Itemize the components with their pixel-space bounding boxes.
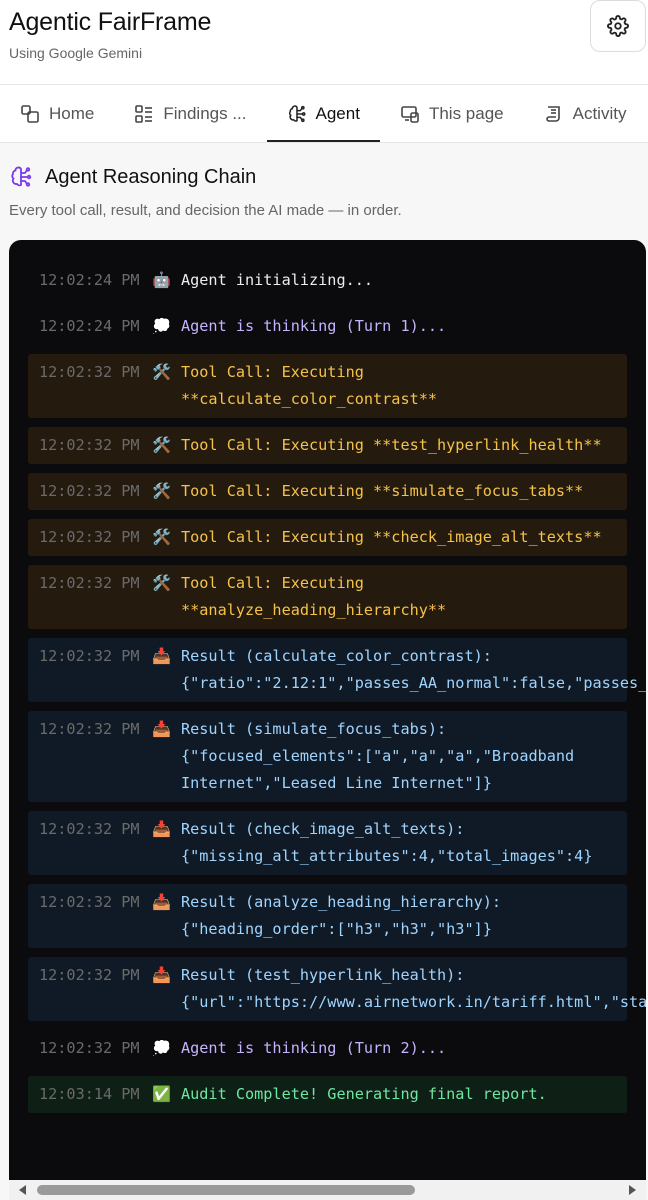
- log-emoji-icon: 🛠️: [152, 482, 171, 500]
- log-timestamp: 12:02:24 PM: [39, 271, 140, 289]
- log-emoji-icon: 🛠️: [152, 363, 171, 381]
- app-subtitle: Using Google Gemini: [9, 45, 143, 61]
- log-timestamp: 12:02:32 PM: [39, 647, 140, 665]
- brain-icon: [288, 104, 306, 122]
- log-timestamp: 12:02:32 PM: [39, 482, 140, 500]
- log-message: Result (analyze_heading_hierarchy): {"he…: [181, 893, 502, 938]
- gear-icon: [607, 15, 629, 37]
- log-timestamp: 12:03:14 PM: [39, 1085, 140, 1103]
- scroll-right-arrow-icon[interactable]: [629, 1185, 636, 1195]
- log-message: Result (calculate_color_contrast): {"rat…: [181, 647, 646, 692]
- scroll-icon: [545, 105, 560, 122]
- tab-agent-label: Agent: [315, 103, 360, 123]
- log-entry: 12:02:32 PM 🛠️ Tool Call: Executing **anal…: [28, 565, 627, 629]
- horizontal-scrollbar[interactable]: [9, 1180, 646, 1200]
- log-emoji-icon: 🛠️: [152, 436, 171, 454]
- log-entry: 12:02:32 PM 📥 Result (check_image_alt_text…: [28, 811, 627, 875]
- log-timestamp: 12:02:32 PM: [39, 574, 140, 592]
- tab-agent[interactable]: Agent: [266, 85, 381, 142]
- log-message: Result (test_hyperlink_health): {"url":"…: [181, 966, 646, 1011]
- log-message: Tool Call: Executing **check_image_alt_t…: [181, 528, 602, 546]
- log-emoji-icon: 📥: [152, 893, 171, 911]
- log-entry: 12:02:32 PM 🛠️ Tool Call: Executing **test…: [28, 427, 627, 464]
- log-entry: 12:02:32 PM 🛠️ Tool Call: Executing **chec…: [28, 519, 627, 556]
- tab-activity[interactable]: Activity: [524, 85, 647, 142]
- tab-this-page-label: This page: [428, 103, 504, 123]
- tab-home[interactable]: Home: [0, 85, 114, 142]
- log-emoji-icon: 🛠️: [152, 574, 171, 592]
- section-header: Agent Reasoning Chain: [9, 143, 639, 189]
- log-timestamp: 12:02:32 PM: [39, 720, 140, 738]
- log-emoji-icon: 📥: [152, 647, 171, 665]
- log-timestamp: 12:02:32 PM: [39, 363, 140, 381]
- log-timestamp: 12:02:32 PM: [39, 820, 140, 838]
- log-entry: 12:02:24 PM 🤖 Agent initializing...: [28, 262, 627, 299]
- section-title: Agent Reasoning Chain: [45, 165, 257, 188]
- log-message: Tool Call: Executing **test_hyperlink_he…: [181, 436, 602, 454]
- log-timestamp: 12:02:24 PM: [39, 317, 140, 335]
- log-message: Audit Complete! Generating final report.: [181, 1085, 547, 1103]
- home-icon: [21, 104, 39, 123]
- log-entry: 12:02:32 PM 📥 Result (calculate_color_cont…: [28, 638, 646, 702]
- log-entry: 12:02:32 PM 📥 Result (simulate_focus_tabs)…: [28, 711, 627, 802]
- scrollbar-thumb[interactable]: [37, 1185, 415, 1195]
- log-emoji-icon: 📥: [152, 966, 171, 984]
- log-emoji-icon: 💭: [152, 1039, 171, 1057]
- settings-button[interactable]: [590, 0, 646, 52]
- log-message: Agent is thinking (Turn 2)...: [181, 1039, 447, 1057]
- brain-icon: [11, 166, 32, 187]
- log-entry: 12:02:32 PM 💭 Agent is thinking (Turn 2)..…: [28, 1030, 627, 1067]
- tab-bar: Home Findings ... Agent This page Activi…: [0, 85, 648, 143]
- log-message: Tool Call: Executing **simulate_focus_ta…: [181, 482, 584, 500]
- page-icon: [401, 105, 419, 123]
- log-entry: 12:02:32 PM 🛠️ Tool Call: Executing **calc…: [28, 354, 627, 418]
- log-emoji-icon: 🤖: [152, 271, 171, 289]
- tab-findings-label: Findings ...: [163, 103, 247, 123]
- list-icon: [135, 104, 153, 123]
- tab-this-page[interactable]: This page: [380, 85, 524, 142]
- tab-activity-label: Activity: [572, 103, 627, 123]
- log-message: Tool Call: Executing **analyze_heading_h…: [181, 574, 447, 619]
- log-emoji-icon: 📥: [152, 820, 171, 838]
- reasoning-log-console[interactable]: 12:02:24 PM 🤖 Agent initializing... 12:02:2…: [9, 240, 646, 1200]
- log-message: Agent is thinking (Turn 1)...: [181, 317, 447, 335]
- log-entry: 12:02:32 PM 🛠️ Tool Call: Executing **simu…: [28, 473, 627, 510]
- log-timestamp: 12:02:32 PM: [39, 436, 140, 454]
- scroll-left-arrow-icon[interactable]: [19, 1185, 26, 1195]
- app-header: Agentic FairFrame Using Google Gemini: [0, 0, 648, 85]
- log-emoji-icon: ✅: [152, 1085, 171, 1103]
- log-message: Tool Call: Executing **calculate_color_c…: [181, 363, 438, 408]
- log-message: Result (check_image_alt_texts): {"missin…: [181, 820, 593, 865]
- log-emoji-icon: 📥: [152, 720, 171, 738]
- log-message: Agent initializing...: [181, 271, 374, 289]
- tab-findings[interactable]: Findings ...: [114, 85, 266, 142]
- log-timestamp: 12:02:32 PM: [39, 528, 140, 546]
- log-timestamp: 12:02:32 PM: [39, 1039, 140, 1057]
- agent-panel: Agent Reasoning Chain Every tool call, r…: [0, 143, 648, 1200]
- log-emoji-icon: 🛠️: [152, 528, 171, 546]
- app-title: Agentic FairFrame: [9, 8, 212, 36]
- section-subtitle: Every tool call, result, and decision th…: [9, 202, 402, 219]
- log-entry: 12:03:14 PM ✅ Audit Complete! Generating f…: [28, 1076, 627, 1113]
- log-entry: 12:02:32 PM 📥 Result (test_hyperlink_healt…: [28, 957, 646, 1021]
- log-message: Result (simulate_focus_tabs): {"focused_…: [181, 720, 575, 792]
- log-timestamp: 12:02:32 PM: [39, 966, 140, 984]
- tab-home-label: Home: [49, 103, 95, 123]
- log-entry: 12:02:32 PM 📥 Result (analyze_heading_hier…: [28, 884, 627, 948]
- log-timestamp: 12:02:32 PM: [39, 893, 140, 911]
- log-entry: 12:02:24 PM 💭 Agent is thinking (Turn 1)..…: [28, 308, 627, 345]
- log-emoji-icon: 💭: [152, 317, 171, 335]
